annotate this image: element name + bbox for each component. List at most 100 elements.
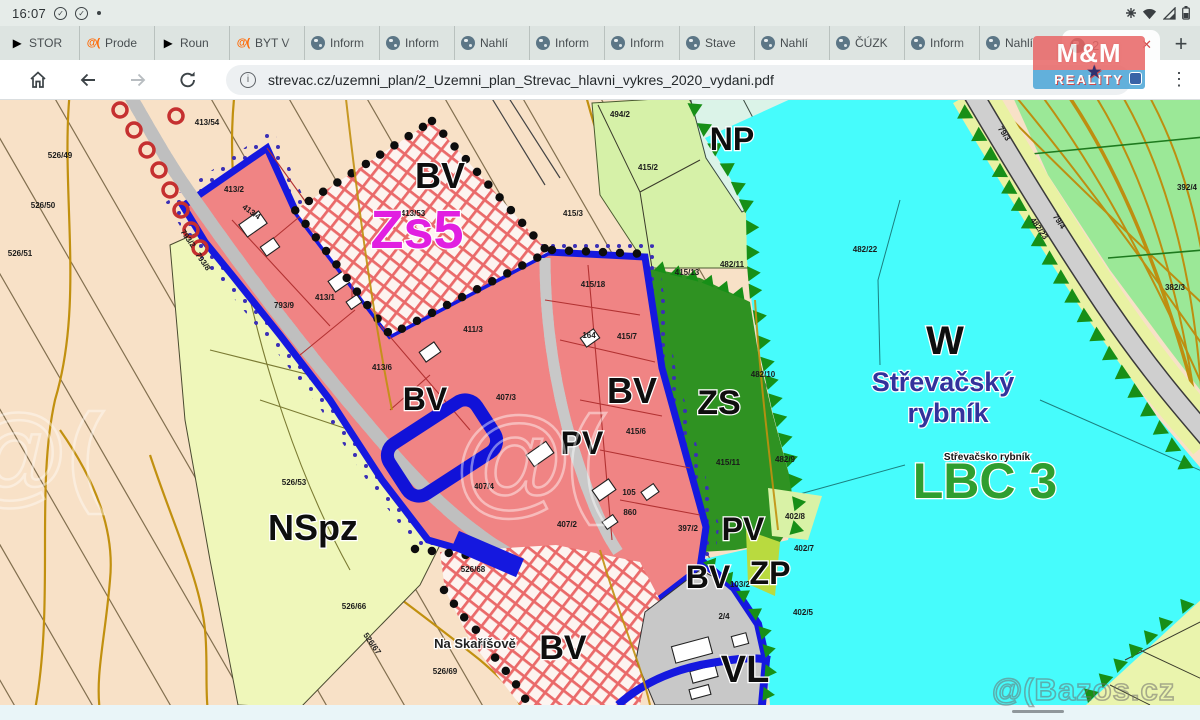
parcel-label: 526/50: [31, 201, 56, 210]
browser-tab[interactable]: Nahlí: [754, 26, 829, 60]
globe-favicon: [761, 36, 775, 50]
area-label: Na Skaříšově: [434, 636, 516, 651]
parcel-label: 482/11: [720, 260, 745, 269]
browser-tab[interactable]: Nahlí: [454, 26, 529, 60]
browser-tab[interactable]: Stave: [679, 26, 754, 60]
parcel-label: 382/3: [1165, 283, 1186, 292]
browser-tab[interactable]: Inform: [304, 26, 379, 60]
browser-tab[interactable]: Inform: [604, 26, 679, 60]
browser-tab[interactable]: Inform: [379, 26, 454, 60]
browser-tab[interactable]: ▸Roun: [154, 26, 229, 60]
area-label: BV: [686, 559, 731, 595]
asterisk-icon: [1126, 8, 1136, 18]
bazos-favicon: @(: [86, 36, 100, 50]
back-icon[interactable]: [76, 68, 100, 92]
parcel-label: 494/2: [610, 110, 631, 119]
wifi-icon: [1142, 7, 1157, 20]
parcel-label: 415/2: [638, 163, 659, 172]
scroll-indicator[interactable]: [1012, 710, 1064, 713]
tabs-container: ▸ STOR @( Prode ▸Roun @( BYT V Inform Inform Nahl…: [0, 26, 1058, 60]
tab-strip: ▸ STOR @( Prode ▸Roun @( BYT V Inform Inform Nahl…: [0, 26, 1200, 60]
status-bar: 16:07 ✓ ✓: [0, 0, 1200, 26]
mm-reality-logo: M&M REALITY ★: [1033, 36, 1145, 92]
zoning-map-canvas: 526/49526/50526/51413/54494/2413/2413/44…: [0, 100, 1200, 705]
area-label: BV: [403, 381, 448, 417]
parcel-label: 793/9: [274, 301, 295, 310]
parcel-label: 526/53: [282, 478, 307, 487]
area-label: VL: [721, 649, 770, 691]
parcel-label: 415/13: [675, 268, 700, 277]
parcel-label: 415/7: [617, 332, 638, 341]
globe-favicon: [911, 36, 925, 50]
globe-favicon: [836, 36, 850, 50]
bazos-favicon: @(: [236, 36, 250, 50]
parcel-label: 402/8: [785, 512, 806, 521]
tab-label: Inform: [330, 36, 373, 50]
parcel-label: 482/10: [751, 370, 776, 379]
address-bar[interactable]: i strevac.cz/uzemni_plan/2_Uzemni_plan_S…: [226, 65, 1131, 95]
globe-favicon: [536, 36, 550, 50]
battery-icon: [1182, 6, 1190, 20]
parcel-label: 526/51: [8, 249, 33, 258]
clock: 16:07: [12, 6, 46, 21]
area-label: Střevačský: [872, 367, 1015, 397]
tab-label: STOR: [29, 36, 73, 50]
browser-tab[interactable]: @( BYT V: [229, 26, 304, 60]
parcel-label: 402/7: [794, 544, 815, 553]
area-label: BV: [539, 629, 587, 667]
area-label: PV: [722, 511, 765, 547]
parcel-label: 526/68: [461, 565, 486, 574]
tab-label: BYT V: [255, 36, 298, 50]
area-label: LBC 3: [913, 453, 1057, 509]
globe-favicon: [461, 36, 475, 50]
browser-tab[interactable]: Inform: [904, 26, 979, 60]
tab-label: Inform: [930, 36, 973, 50]
parcel-label: 411/3: [463, 325, 483, 334]
area-label: W: [926, 319, 964, 363]
parcel-label: 415/11: [716, 458, 741, 467]
area-label: rybník: [907, 398, 989, 428]
new-tab-button[interactable]: +: [1166, 29, 1196, 59]
overflow-menu-icon[interactable]: ⋮: [1170, 69, 1188, 90]
forward-icon[interactable]: [126, 68, 150, 92]
globe-favicon: [386, 36, 400, 50]
status-right-icons: [1126, 6, 1190, 20]
mm-logo-badge: [1129, 72, 1142, 85]
tab-label: Prode: [105, 36, 148, 50]
watermark-center-icon: @(: [455, 390, 600, 528]
reload-icon[interactable]: [176, 68, 200, 92]
green-app-favicon: ▸: [10, 36, 24, 50]
browser-tab[interactable]: ▸ STOR: [4, 26, 79, 60]
parcel-label: 413/54: [195, 118, 220, 127]
browser-tab[interactable]: Inform: [529, 26, 604, 60]
tab-label: Nahlí: [780, 36, 823, 50]
browser-tab[interactable]: @( Prode: [79, 26, 154, 60]
tab-label: Roun: [180, 36, 223, 50]
browser-tab[interactable]: ČÚZK: [829, 26, 904, 60]
browser-window: 16:07 ✓ ✓ ▸ STOR @( Prode ▸Roun @( BYT V Inform…: [0, 0, 1200, 720]
parcel-label: 415/6: [626, 427, 647, 436]
parcel-label: 103/2: [730, 580, 751, 589]
home-icon[interactable]: [26, 68, 50, 92]
globe-favicon: [611, 36, 625, 50]
parcel-label: 415/18: [581, 280, 606, 289]
tab-label: Inform: [555, 36, 598, 50]
tab-label: Stave: [705, 36, 748, 50]
page-info-icon[interactable]: i: [240, 72, 256, 88]
notification-dot-icon: [97, 11, 101, 15]
tab-label: Inform: [405, 36, 448, 50]
area-label: NP: [710, 121, 754, 157]
parcel-label: 415/3: [563, 209, 584, 218]
parcel-label: 413/2: [224, 185, 245, 194]
parcel-label: 526/69: [433, 667, 458, 676]
tab-label: Nahlí: [480, 36, 523, 50]
area-label: BV: [607, 370, 657, 411]
parcel-label: 526/66: [342, 602, 367, 611]
zoning-map-pdf[interactable]: 526/49526/50526/51413/54494/2413/2413/44…: [0, 100, 1200, 705]
globe-favicon: [686, 36, 700, 50]
parcel-label: 105: [622, 488, 636, 497]
watermark-left-icon: @(: [0, 390, 104, 517]
globe-favicon: [311, 36, 325, 50]
parcel-label: 482/22: [853, 245, 878, 254]
signal-icon: [1163, 7, 1176, 20]
